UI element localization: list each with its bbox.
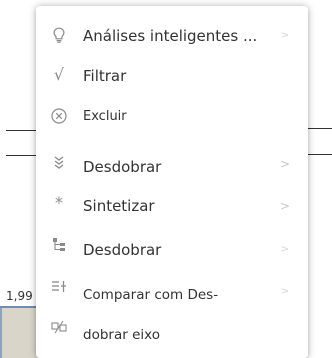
chevron-right-icon: > (280, 199, 291, 213)
chevron-right-icon: > (280, 244, 290, 255)
menu-item-label: Desdobrar (83, 158, 162, 176)
compare-icon (50, 278, 68, 296)
chevron-right-icon: > (280, 157, 291, 171)
chevron-right-icon: > (280, 286, 290, 297)
menu-item-compare[interactable]: Comparar com Des- > (36, 276, 308, 312)
checkmark-icon: √ (53, 65, 65, 84)
chevron-right-icon: > (280, 30, 290, 41)
menu-item-smart-analysis[interactable]: Análises inteligentes ... > (36, 18, 308, 54)
menu-item-summarize[interactable]: * Sintetizar > (36, 189, 308, 225)
swap-axis-icon (50, 318, 68, 336)
menu-item-label: Análises inteligentes ... (83, 27, 258, 45)
menu-item-label: Comparar com Des- (83, 287, 219, 303)
lightbulb-icon (50, 26, 68, 44)
chart-value-label: 1,99 (6, 289, 33, 303)
hierarchy-icon (50, 236, 68, 254)
menu-item-filter[interactable]: √ Filtrar (36, 58, 308, 94)
drill-down-chevrons-icon (50, 154, 68, 172)
screen: 1,99 Análises inteligentes ... > √ Filtr… (0, 0, 332, 358)
chart-gridline-left-upper (6, 130, 36, 131)
menu-item-drill-down-hierarchy[interactable]: Desdobrar > (36, 232, 308, 268)
circle-x-icon (50, 107, 68, 125)
chart-gridline-right-lower (308, 154, 332, 155)
menu-item-label: Desdobrar (83, 241, 162, 259)
menu-item-label: Sintetizar (83, 197, 155, 215)
menu-item-label: Filtrar (83, 67, 127, 85)
context-menu: Análises inteligentes ... > √ Filtrar Ex… (36, 6, 308, 358)
chart-gridline-right-upper (308, 128, 332, 129)
menu-item-swap-axis[interactable]: dobrar eixo (36, 314, 308, 350)
menu-item-drill-down[interactable]: Desdobrar > (36, 148, 308, 184)
menu-item-label: dobrar eixo (83, 327, 160, 343)
menu-item-label: Excluir (83, 109, 127, 124)
chart-gridline-left-lower (6, 155, 36, 156)
menu-item-exclude[interactable]: Excluir (36, 98, 308, 134)
asterisk-icon: * (55, 193, 63, 212)
